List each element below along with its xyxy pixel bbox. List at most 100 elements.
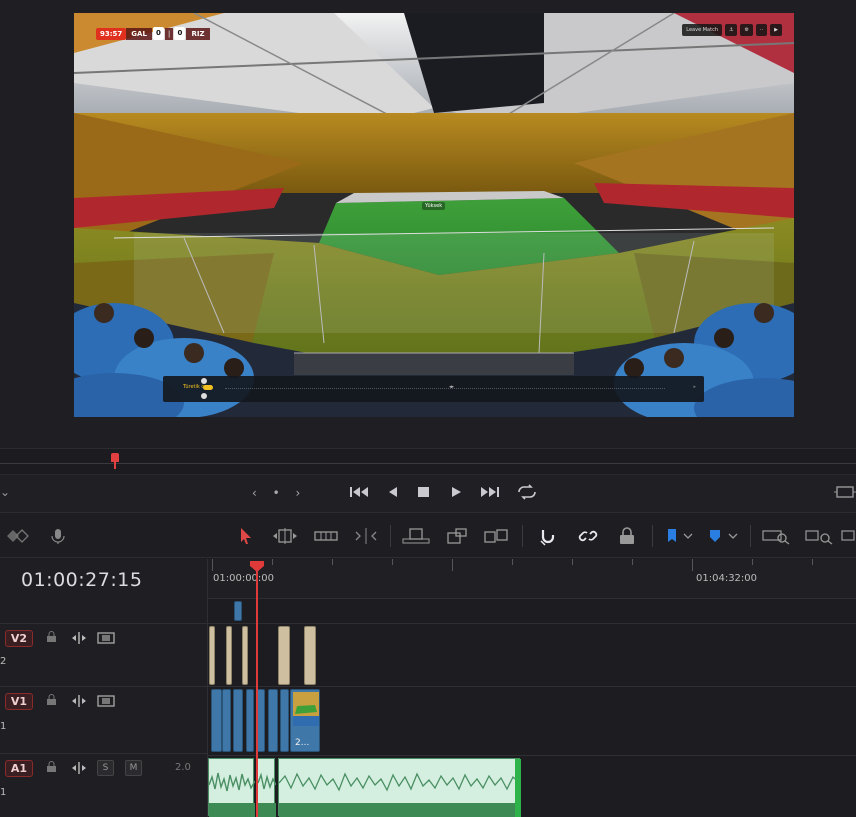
ruler-label-mid: 01:04:32:00	[696, 573, 758, 584]
clip-nav[interactable]: ‹ • ›	[252, 486, 306, 500]
ruler-tick	[332, 559, 333, 565]
lane-a1[interactable]	[208, 755, 856, 817]
away-score: 0	[174, 27, 186, 40]
snapping-magnet-icon[interactable]	[535, 525, 561, 547]
auto-select-icon[interactable]	[70, 694, 88, 711]
lock-icon[interactable]	[46, 694, 57, 709]
overlay-anchor-icon: ⚓	[724, 24, 738, 36]
bar-mid-marker: ◂▸	[449, 384, 455, 390]
flag-marker-icon[interactable]	[662, 525, 696, 547]
auto-select-icon[interactable]	[70, 761, 88, 778]
trim-edit-icon[interactable]	[270, 525, 300, 547]
timeline-lanes[interactable]: 2...	[208, 599, 856, 817]
microphone-icon[interactable]	[47, 525, 69, 547]
first-frame-button[interactable]	[349, 484, 371, 504]
timeline-playhead-line	[256, 568, 258, 817]
away-team: RIZ	[186, 27, 210, 40]
chevron-down-icon[interactable]: ⌄	[0, 485, 10, 499]
blade-edit-icon[interactable]	[352, 525, 380, 547]
subtitle-clip[interactable]	[234, 601, 242, 621]
track-header-v1[interactable]: V1 1	[0, 686, 208, 751]
timeline-timecode[interactable]: 01:00:27:15	[21, 569, 142, 591]
game-bottom-bar: Türetik oc ◂▸ ▸	[163, 376, 704, 402]
prev-frame-button[interactable]	[386, 484, 400, 504]
audio-clip[interactable]	[208, 758, 256, 817]
game-overlay-buttons: Leave Match ⚓ ⚙ ·· ▶	[682, 24, 782, 36]
film-strip-icon[interactable]	[97, 694, 115, 711]
track-header-a1[interactable]: A1 S M 2.0 1	[0, 753, 208, 817]
bar-end-marker: ▸	[693, 384, 696, 390]
overwrite-clip-icon[interactable]	[443, 525, 471, 547]
ruler-tick	[212, 559, 213, 571]
stop-button[interactable]	[417, 484, 431, 504]
viewer-scrub-bar[interactable]	[0, 448, 856, 474]
scorebug: 93:57 GAL 0 | 0 RIZ	[96, 27, 210, 40]
viewer-frame[interactable]: 93:57 GAL 0 | 0 RIZ Leave Match ⚓ ⚙ ·· ▶…	[74, 13, 794, 417]
v1-clip[interactable]	[222, 689, 231, 752]
toolbar-divider	[522, 525, 523, 547]
track-badge-v2[interactable]: V2	[5, 630, 33, 647]
stadium-image	[74, 13, 794, 417]
track-badge-v1[interactable]: V1	[5, 693, 33, 710]
clip-name: 2...	[295, 738, 310, 748]
track-number-a1: 1	[0, 787, 7, 798]
lane-v1[interactable]: 2...	[208, 686, 856, 753]
lock-icon[interactable]	[46, 761, 57, 776]
dynamic-trim-icon[interactable]	[312, 525, 340, 547]
audio-clip[interactable]	[257, 758, 277, 817]
v1-clip[interactable]	[211, 689, 222, 752]
auto-select-icon[interactable]	[70, 631, 88, 648]
ruler-tick	[632, 559, 633, 565]
audio-clip[interactable]	[278, 758, 522, 817]
v2-clip[interactable]	[209, 626, 215, 685]
link-diamond-icon[interactable]	[5, 525, 33, 547]
replace-clip-icon[interactable]	[480, 525, 512, 547]
last-frame-button[interactable]	[478, 484, 500, 504]
viewer-mode-icon[interactable]	[834, 484, 856, 504]
mute-button[interactable]: M	[125, 760, 142, 776]
overlay-gear-icon: ⚙	[740, 24, 753, 36]
loop-icon[interactable]	[515, 484, 539, 504]
track-number-v2: 2	[0, 656, 7, 667]
zoom-full-icon[interactable]	[760, 525, 792, 547]
bar-dotted-track	[225, 388, 665, 389]
solo-button[interactable]: S	[97, 760, 114, 776]
v1-clip[interactable]	[268, 689, 278, 752]
film-strip-icon[interactable]	[97, 631, 115, 648]
overlay-leave-button: Leave Match	[682, 24, 722, 36]
v2-clip[interactable]	[242, 626, 248, 685]
ruler-tick	[692, 559, 693, 571]
bar-dot-icon	[201, 378, 207, 384]
lock-icon[interactable]	[46, 631, 57, 646]
play-button[interactable]	[449, 484, 463, 504]
zoom-detail-icon[interactable]	[803, 525, 835, 547]
home-team: GAL	[126, 27, 152, 40]
lane-v2[interactable]	[208, 623, 856, 686]
v1-clip[interactable]	[246, 689, 254, 752]
audio-waveform	[208, 772, 256, 817]
zoom-custom-icon[interactable]	[840, 525, 856, 547]
position-lock-icon[interactable]	[614, 525, 640, 547]
v1-clip[interactable]	[280, 689, 289, 752]
marker-shield-icon[interactable]	[704, 525, 740, 547]
toolbar-divider	[652, 525, 653, 547]
ruler-tick	[572, 559, 573, 565]
v1-clip[interactable]	[233, 689, 243, 752]
ruler-tick	[452, 559, 453, 571]
v2-clip[interactable]	[304, 626, 316, 685]
clip-thumbnail-image	[293, 692, 319, 726]
track-number-v1: 1	[0, 721, 7, 732]
timeline-ruler[interactable]: 01:00:00:00 01:04:32:00	[208, 559, 856, 599]
insert-clip-icon[interactable]	[400, 525, 432, 547]
track-header-v2[interactable]: V2 2	[0, 623, 208, 686]
toolbar-divider	[390, 525, 391, 547]
v2-clip[interactable]	[278, 626, 290, 685]
selection-pointer-icon[interactable]	[236, 525, 256, 547]
edit-toolbar	[0, 512, 856, 558]
track-badge-a1[interactable]: A1	[5, 760, 33, 777]
v2-clip[interactable]	[226, 626, 232, 685]
overlay-more-icon: ··	[755, 24, 768, 36]
linked-selection-icon[interactable]	[575, 525, 601, 547]
v1-thumbnail-clip[interactable]: 2...	[290, 689, 320, 752]
bar-knob-icon	[203, 385, 213, 390]
